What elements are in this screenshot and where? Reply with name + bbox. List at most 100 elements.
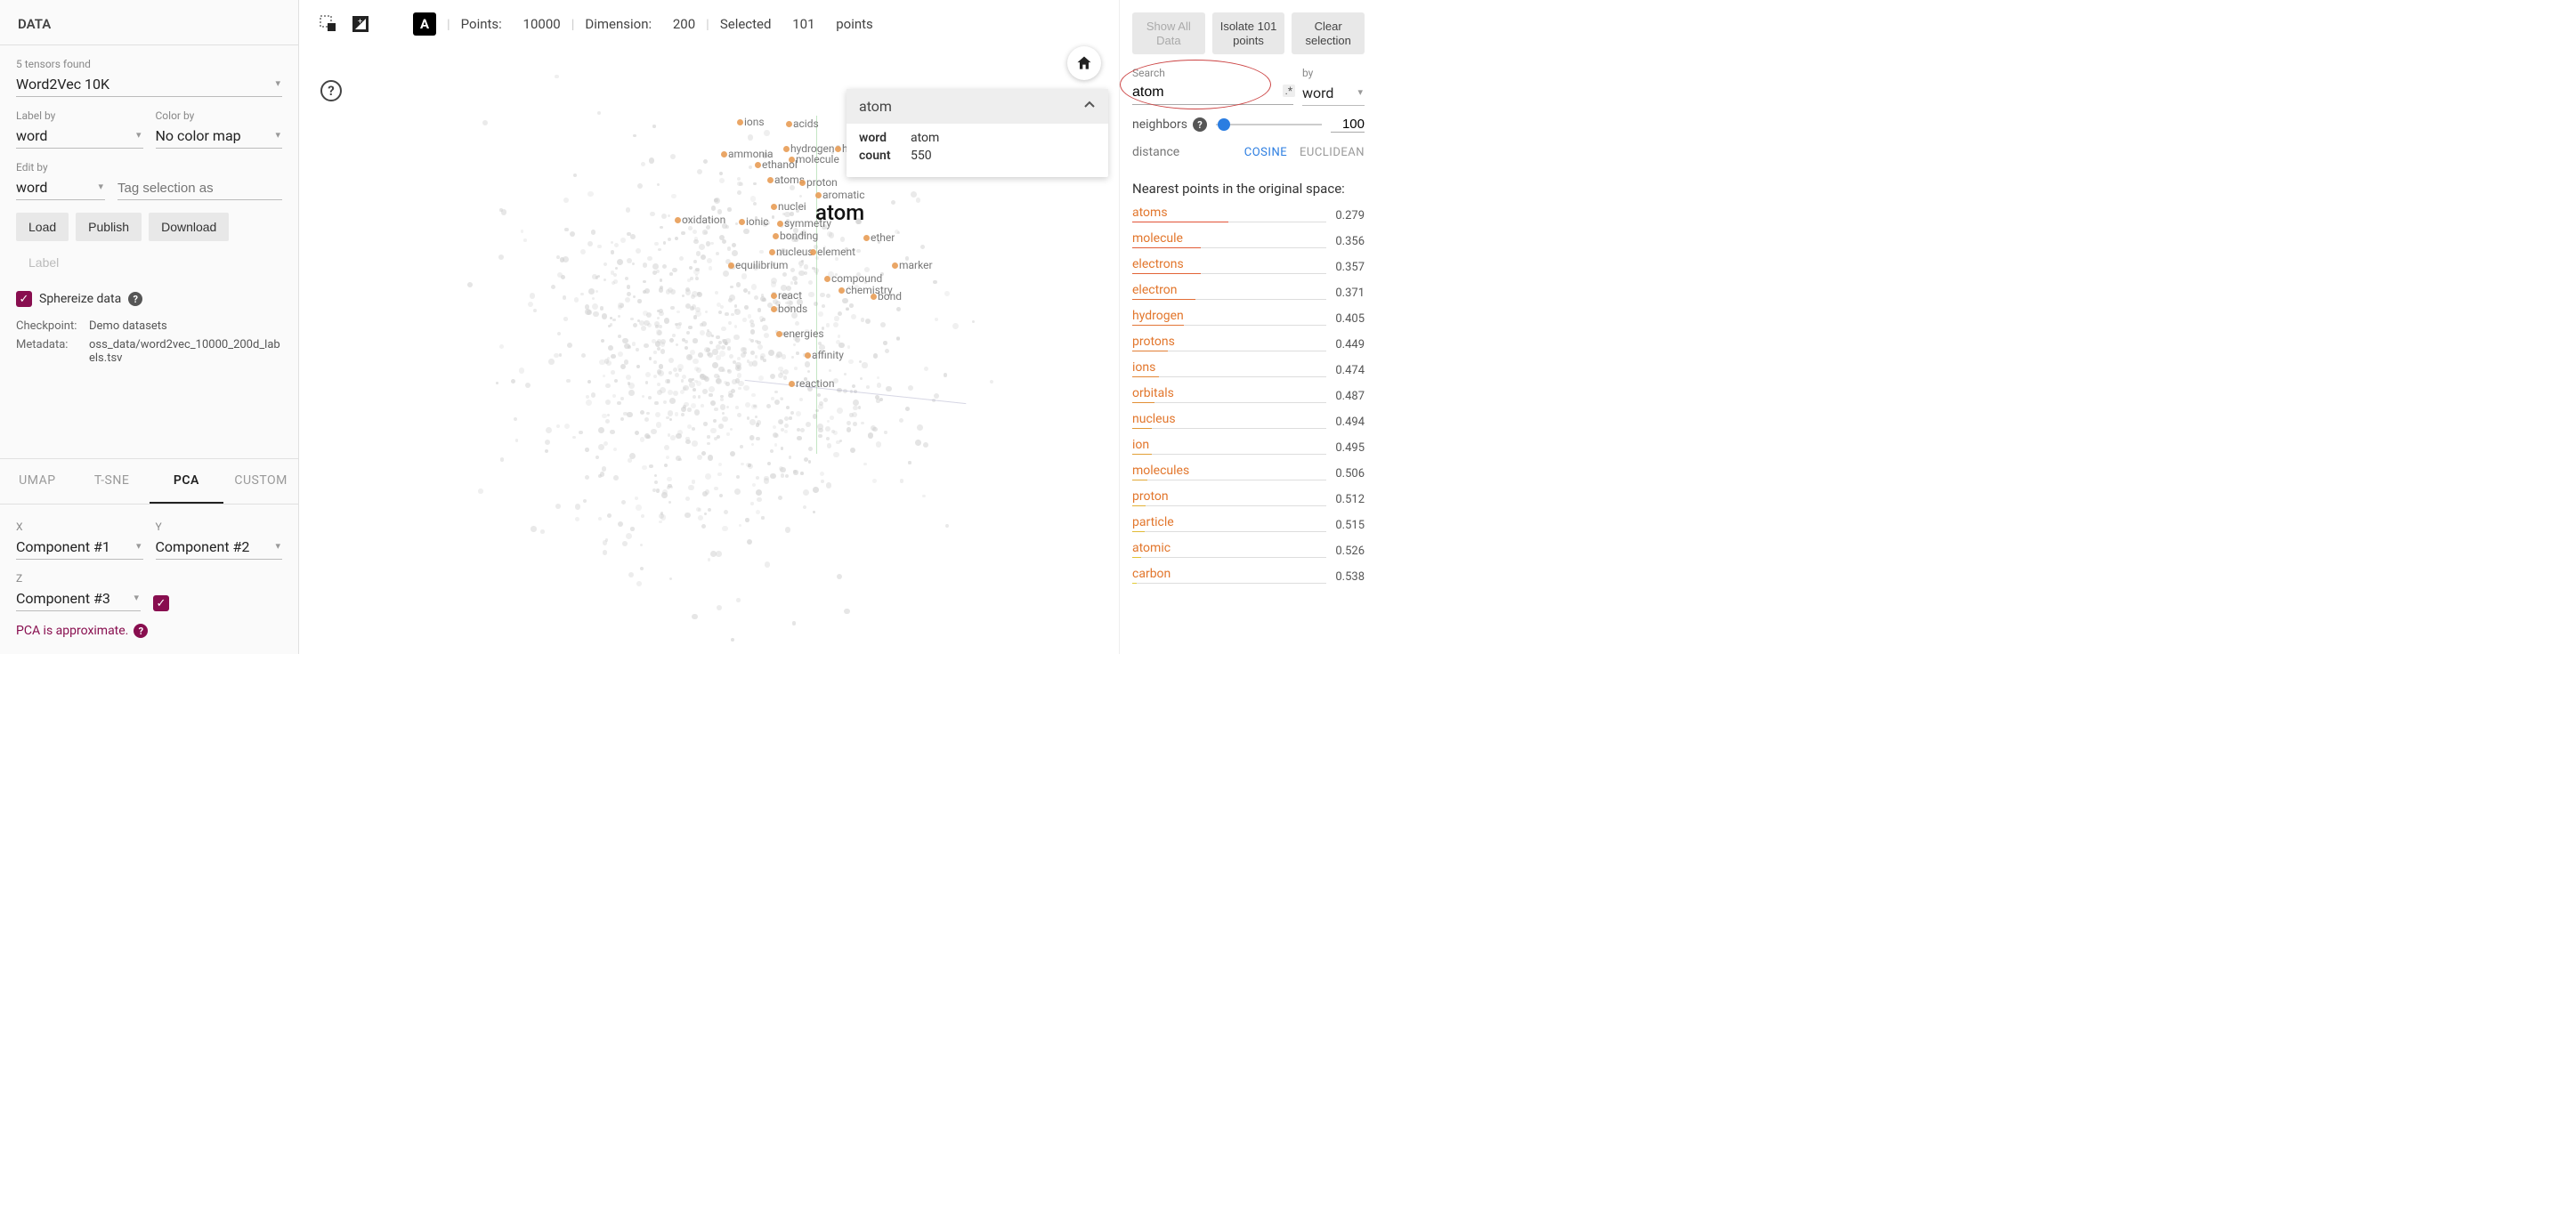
scatter-point[interactable] (712, 349, 717, 354)
neighbors-slider[interactable] (1216, 124, 1322, 125)
scatter-point[interactable] (730, 451, 735, 456)
scatter-point[interactable] (684, 402, 688, 407)
scatter-point[interactable] (668, 238, 671, 241)
scatter-point[interactable] (659, 325, 662, 328)
scatter-point[interactable] (627, 258, 632, 263)
scatter-point[interactable] (546, 427, 552, 433)
scatter-point[interactable] (803, 489, 809, 496)
scatter-point[interactable] (750, 351, 755, 355)
scatter-point[interactable] (676, 323, 682, 329)
scatter-point[interactable] (833, 452, 839, 458)
scatter-point[interactable] (852, 412, 857, 417)
scatter-point[interactable] (691, 295, 695, 299)
scatter-point[interactable] (478, 488, 483, 494)
scatter-point[interactable] (853, 400, 859, 406)
scatter-point[interactable] (885, 349, 889, 353)
scatter-point[interactable] (944, 291, 950, 296)
scatter-point[interactable] (868, 432, 874, 439)
scatter-point[interactable] (848, 359, 853, 364)
scatter-point[interactable] (667, 477, 671, 481)
scatter-point[interactable] (757, 344, 763, 350)
scatter-point[interactable] (556, 424, 560, 428)
nearest-neighbor-item[interactable]: proton0.512 (1132, 489, 1365, 506)
scatter-point[interactable] (614, 379, 618, 383)
scatter-point[interactable] (570, 231, 576, 238)
scatter-point[interactable] (905, 407, 910, 411)
scatter-point[interactable] (876, 441, 882, 448)
scatter-point[interactable] (661, 214, 667, 219)
scatter-point[interactable] (734, 309, 741, 315)
scatter-point[interactable] (678, 458, 682, 462)
scatter-point[interactable] (742, 318, 747, 322)
nearest-neighbor-item[interactable]: electron0.371 (1132, 283, 1365, 300)
scatter-point[interactable] (626, 375, 632, 381)
scatter-point[interactable] (813, 487, 819, 493)
scatter-point[interactable] (861, 422, 864, 425)
scatter-point[interactable] (591, 230, 595, 234)
tab-custom[interactable]: CUSTOM (223, 459, 298, 504)
scatter-point[interactable] (667, 379, 671, 383)
scatter-point[interactable] (611, 370, 615, 375)
scatter-point[interactable] (709, 266, 713, 270)
scatter-point[interactable] (752, 483, 756, 487)
scatter-point[interactable] (636, 505, 642, 511)
scatter-point[interactable] (722, 416, 728, 423)
scatter-point[interactable] (636, 581, 642, 586)
scatter-point[interactable] (575, 517, 579, 521)
scatter-point[interactable] (827, 231, 832, 237)
scatter-point[interactable] (710, 400, 716, 406)
scatter-point[interactable] (773, 299, 778, 304)
highlighted-point[interactable] (728, 262, 734, 269)
scatter-point[interactable] (714, 408, 717, 411)
scatter-point[interactable] (739, 524, 741, 527)
scatter-point[interactable] (822, 304, 825, 308)
scatter-point[interactable] (689, 266, 693, 270)
scatter-point[interactable] (779, 420, 783, 424)
scatter-point[interactable] (593, 311, 599, 318)
scatter-point[interactable] (641, 514, 644, 518)
scatter-point[interactable] (688, 226, 693, 230)
scatter-point[interactable] (709, 386, 715, 392)
scatter-point[interactable] (680, 390, 685, 394)
scatter-point[interactable] (781, 428, 784, 432)
scatter-point[interactable] (498, 254, 504, 260)
scatter-point[interactable] (531, 526, 536, 531)
scatter-point[interactable] (698, 515, 703, 521)
scatter-point[interactable] (525, 383, 531, 388)
scatter-point[interactable] (618, 335, 621, 338)
scatter-point[interactable] (644, 343, 649, 349)
scatter-point[interactable] (628, 572, 634, 577)
color-by-dropdown[interactable]: No color map (156, 124, 283, 149)
scatter-point[interactable] (554, 353, 559, 359)
scatter-point[interactable] (635, 431, 639, 435)
scatter-point[interactable] (672, 268, 677, 273)
scatter-point[interactable] (575, 504, 581, 510)
scatter-point[interactable] (603, 279, 607, 282)
scatter-point[interactable] (784, 430, 788, 433)
scatter-point[interactable] (681, 379, 685, 383)
scatter-point[interactable] (467, 282, 473, 287)
scatter-point[interactable] (863, 463, 866, 465)
scatter-point[interactable] (770, 449, 774, 453)
scatter-point[interactable] (817, 424, 823, 430)
scatter-point[interactable] (557, 332, 561, 335)
scatter-point[interactable] (749, 435, 755, 440)
scatter-point[interactable] (732, 250, 738, 256)
scatter-point[interactable] (617, 401, 620, 405)
scatter-point[interactable] (790, 268, 795, 272)
scatter-point[interactable] (704, 347, 710, 353)
scatter-point[interactable] (758, 375, 764, 381)
scatter-point[interactable] (545, 449, 549, 454)
scatter-point[interactable] (672, 334, 676, 337)
scatter-point[interactable] (601, 339, 604, 343)
scatter-point[interactable] (804, 457, 808, 462)
scatter-point[interactable] (668, 214, 670, 217)
scatter-point[interactable] (642, 395, 644, 398)
highlighted-point[interactable] (783, 146, 790, 152)
highlighted-point[interactable] (815, 192, 822, 198)
scatter-point[interactable] (679, 256, 684, 261)
scatter-point[interactable] (786, 406, 790, 409)
scatter-point[interactable] (891, 200, 895, 205)
scatter-point[interactable] (720, 404, 725, 409)
scatter-point[interactable] (692, 440, 697, 446)
